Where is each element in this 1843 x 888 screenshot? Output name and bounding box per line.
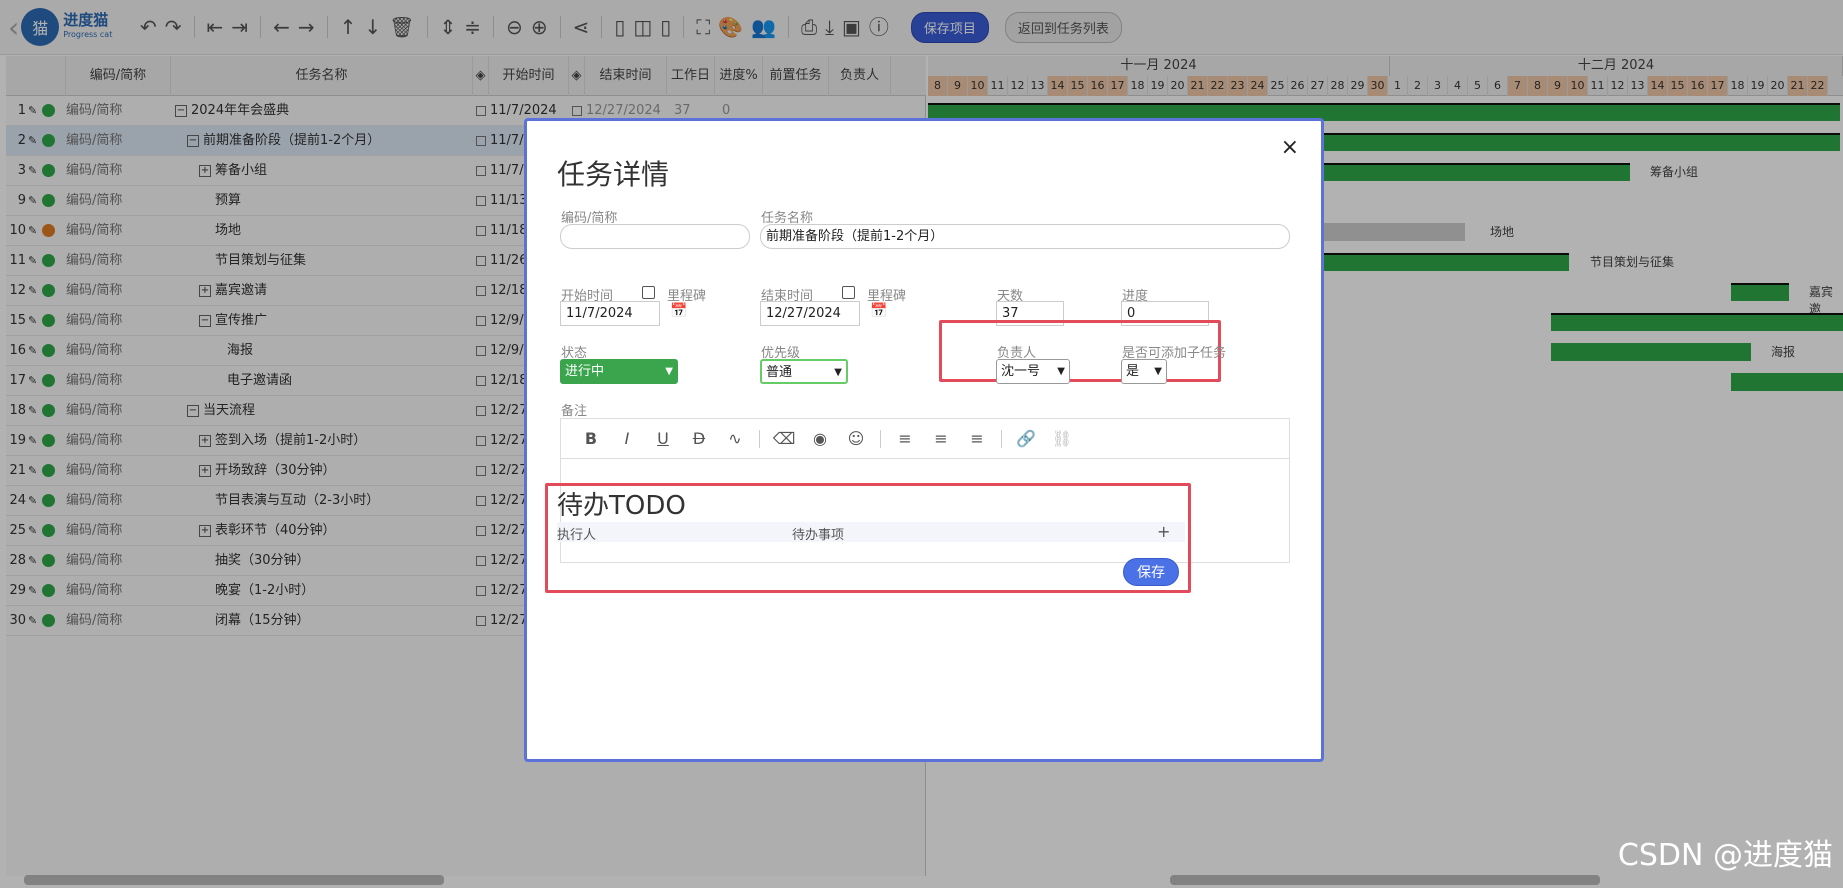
strikethrough-icon[interactable]: D: [681, 429, 717, 448]
owner-select[interactable]: 沈一号 ▼: [996, 359, 1070, 384]
underline-icon[interactable]: U: [645, 429, 681, 448]
code-field[interactable]: [560, 224, 750, 249]
todo-title: 待办TODO: [557, 491, 686, 521]
chevron-down-icon: ▼: [665, 366, 673, 377]
palette-icon[interactable]: ◉: [802, 429, 838, 448]
chevron-down-icon: ▼: [834, 367, 842, 378]
close-icon[interactable]: ×: [1281, 135, 1299, 160]
calendar-icon[interactable]: 📅: [670, 303, 687, 319]
editor-toolbar: B I U D ∿ ⌫ ◉ ☺ ≡ ≡ ≡ 🔗 ⛓: [561, 419, 1289, 459]
todo-header: 执行人 待办事项 +: [557, 522, 1185, 543]
subtask-select[interactable]: 是 ▼: [1121, 359, 1167, 384]
save-button[interactable]: 保存: [1123, 558, 1179, 586]
end-milestone-label: 里程碑: [867, 289, 907, 304]
name-field[interactable]: 前期准备阶段（提前1-2个月）: [760, 224, 1290, 249]
end-milestone-checkbox[interactable]: [842, 286, 855, 299]
add-todo-icon[interactable]: +: [1157, 522, 1170, 541]
bold-icon[interactable]: B: [573, 429, 609, 448]
calendar-icon[interactable]: 📅: [870, 303, 887, 319]
wave-icon[interactable]: ∿: [717, 429, 753, 448]
chevron-down-icon: ▼: [1057, 366, 1065, 377]
dialog-title: 任务详情: [557, 158, 670, 191]
clear-format-icon[interactable]: ⌫: [766, 429, 802, 448]
italic-icon[interactable]: I: [609, 429, 645, 448]
align-center-icon[interactable]: ≡: [923, 429, 959, 448]
start-milestone-checkbox[interactable]: [642, 286, 655, 299]
watermark: CSDN @进度猫: [1617, 838, 1833, 873]
link-icon[interactable]: 🔗: [1008, 429, 1044, 448]
start-date-field[interactable]: 11/7/2024: [560, 301, 660, 326]
status-select[interactable]: 进行中 ▼: [560, 359, 678, 384]
start-milestone-label: 里程碑: [667, 289, 707, 304]
end-date-field[interactable]: 12/27/2024: [760, 301, 860, 326]
emoji-icon[interactable]: ☺: [838, 429, 874, 448]
note-label: 备注: [561, 404, 588, 419]
align-right-icon[interactable]: ≡: [959, 429, 995, 448]
align-left-icon[interactable]: ≡: [887, 429, 923, 448]
todo-col-item: 待办事项: [792, 528, 845, 543]
todo-col-assignee: 执行人: [557, 528, 597, 543]
task-detail-dialog: × 任务详情 编码/简称 任务名称 前期准备阶段（提前1-2个月） 开始时间 里…: [524, 118, 1324, 762]
unlink-icon[interactable]: ⛓: [1044, 429, 1080, 448]
chevron-down-icon: ▼: [1154, 366, 1162, 377]
priority-select[interactable]: 普通 ▼: [760, 359, 848, 384]
